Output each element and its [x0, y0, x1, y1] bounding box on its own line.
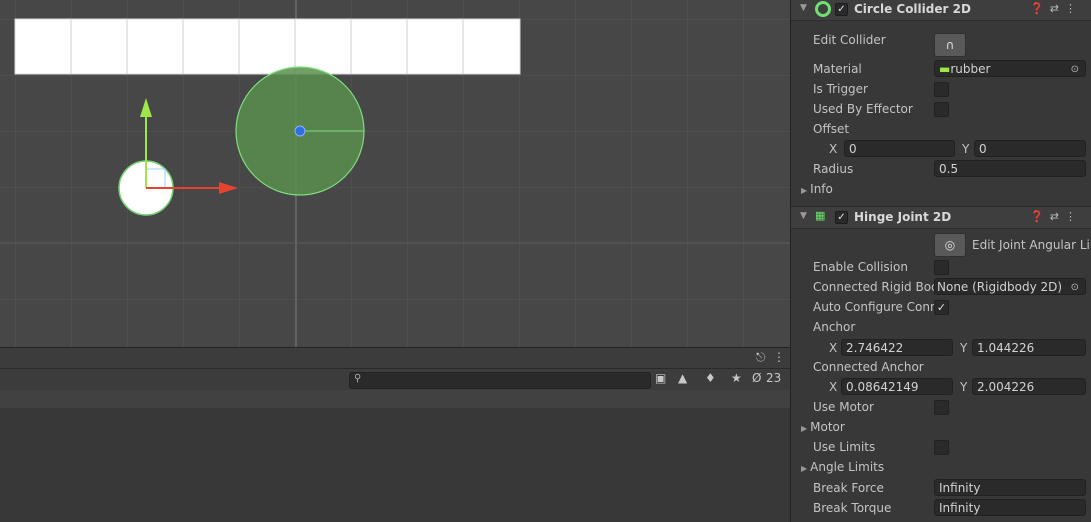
kebab-menu-icon[interactable]: ⋮ — [1065, 2, 1082, 15]
angular-limits-icon: ◎ — [944, 238, 956, 252]
anchor-x-label: X — [829, 341, 838, 355]
connected-rigidbody-label: Connected Rigid Boc — [813, 280, 938, 294]
object-picker-icon[interactable]: ⊙ — [1071, 279, 1079, 294]
break-force-field[interactable]: Infinity — [934, 479, 1086, 496]
connected-anchor-y-label: Y — [960, 380, 968, 394]
tag-icon[interactable]: ♦ — [705, 371, 716, 385]
circle-collider-enabled-checkbox[interactable]: ✓ — [835, 3, 848, 16]
scene-view-icon[interactable]: ▣ — [655, 371, 666, 385]
search-input[interactable]: ⚲ — [349, 372, 651, 389]
use-motor-label: Use Motor — [813, 400, 874, 414]
connected-rigidbody-field[interactable]: None (Rigidbody 2D) ⊙ — [934, 278, 1086, 295]
enable-collision-label: Enable Collision — [813, 260, 908, 274]
is-trigger-checkbox[interactable] — [934, 82, 949, 97]
anchor-label: Anchor — [813, 320, 856, 334]
list-header-strip — [0, 390, 790, 408]
anchor-y-label: Y — [960, 341, 968, 355]
break-torque-field[interactable]: Infinity — [934, 499, 1086, 516]
object-picker-icon[interactable]: ⊙ — [1071, 61, 1079, 76]
radius-label: Radius — [813, 162, 854, 176]
preset-icon[interactable]: ⇄ — [1050, 2, 1065, 15]
header-actions: ❓⇄⋮ — [1030, 210, 1082, 223]
connected-anchor-y-field[interactable]: 2.004226 — [972, 378, 1086, 395]
motor-foldout[interactable]: ▶ Motor — [801, 420, 845, 434]
anchor-x-field[interactable]: 2.746422 — [841, 339, 953, 356]
anchor-y-field[interactable]: 1.044226 — [972, 339, 1086, 356]
component-title: Hinge Joint 2D — [854, 210, 952, 224]
edit-angular-limits-label: Edit Joint Angular Lin — [972, 238, 1091, 252]
search-toolbar: ⚲ ▣ ▲ ♦ ★ Ø 23 — [0, 368, 790, 391]
angle-limits-label: Angle Limits — [810, 460, 885, 474]
edit-collider-label: Edit Collider — [813, 33, 886, 47]
scene-view[interactable] — [0, 0, 790, 347]
help-icon[interactable]: ❓ — [1030, 2, 1050, 15]
panel-header: ⎋ ⋮ — [0, 347, 790, 369]
fold-arrow-icon: ▶ — [801, 424, 808, 433]
list-area[interactable] — [0, 408, 790, 522]
fold-arrow-icon[interactable]: ▼ — [800, 211, 807, 221]
connected-anchor-x-label: X — [829, 380, 838, 394]
offset-y-field[interactable]: 0 — [974, 140, 1086, 157]
layer-icon[interactable]: ▲ — [678, 371, 687, 385]
platform-sprite[interactable] — [14, 18, 521, 75]
circle-collider-icon — [815, 1, 831, 17]
auto-configure-label: Auto Configure Conn — [813, 300, 938, 314]
hidden-objects-icon[interactable]: Ø — [752, 371, 761, 385]
material-value: rubber — [950, 62, 991, 76]
offset-x-label: X — [829, 142, 838, 156]
hinge-joint-icon: ▦ — [815, 209, 826, 222]
is-trigger-label: Is Trigger — [813, 82, 868, 96]
fold-arrow-icon: ▶ — [801, 464, 808, 473]
offset-y-label: Y — [962, 142, 970, 156]
break-force-label: Break Force — [813, 481, 884, 495]
radius-field[interactable]: 0.5 — [934, 160, 1086, 177]
use-motor-checkbox[interactable] — [934, 400, 949, 415]
use-limits-checkbox[interactable] — [934, 440, 949, 455]
physics-material-icon: ▬ — [939, 62, 951, 76]
angle-limits-foldout[interactable]: ▶ Angle Limits — [801, 460, 884, 474]
preset-icon[interactable]: ⇄ — [1050, 210, 1065, 223]
hinge-joint-header[interactable]: ▼ ▦ ✓ Hinge Joint 2D ❓⇄⋮ — [791, 206, 1091, 229]
hinge-anchor-icon[interactable] — [294, 125, 306, 137]
edit-shape-icon: ∩ — [945, 38, 955, 52]
hidden-count: 23 — [766, 371, 782, 385]
motor-label: Motor — [810, 420, 845, 434]
scene-canvas[interactable] — [0, 0, 790, 347]
offset-x-field[interactable]: 0 — [844, 140, 955, 157]
header-actions: ❓⇄⋮ — [1030, 2, 1082, 15]
use-limits-label: Use Limits — [813, 440, 876, 454]
offset-label: Offset — [813, 122, 850, 136]
search-icon: ⚲ — [354, 373, 362, 384]
enable-collision-checkbox[interactable] — [934, 260, 949, 275]
info-foldout[interactable]: ▶ Info — [801, 182, 833, 196]
edit-angular-limits-button[interactable]: ◎ — [934, 233, 966, 257]
kebab-menu-icon[interactable]: ⋮ — [1065, 210, 1082, 223]
auto-configure-checkbox[interactable]: ✓ — [934, 300, 949, 315]
favorites-star-icon[interactable]: ★ — [731, 371, 742, 385]
material-field[interactable]: ▬rubber ⊙ — [934, 60, 1086, 77]
connected-anchor-x-field[interactable]: 0.08642149 — [841, 378, 953, 395]
used-by-effector-checkbox[interactable] — [934, 102, 949, 117]
component-title: Circle Collider 2D — [854, 2, 971, 16]
lock-icon[interactable]: ⎋ — [756, 350, 766, 365]
hinge-joint-enabled-checkbox[interactable]: ✓ — [835, 211, 848, 224]
fold-arrow-icon[interactable]: ▼ — [800, 3, 807, 13]
break-torque-label: Break Torque — [813, 501, 892, 515]
used-by-effector-label: Used By Effector — [813, 102, 913, 116]
connected-rigidbody-value: None (Rigidbody 2D) — [937, 280, 1063, 294]
kebab-menu-icon[interactable]: ⋮ — [773, 350, 785, 364]
help-icon[interactable]: ❓ — [1030, 210, 1050, 223]
info-label: Info — [810, 182, 833, 196]
circle-collider-header[interactable]: ▼ ✓ Circle Collider 2D ❓⇄⋮ — [791, 0, 1091, 21]
connected-anchor-label: Connected Anchor — [813, 360, 924, 374]
material-label: Material — [813, 62, 862, 76]
fold-arrow-icon: ▶ — [801, 186, 808, 195]
edit-collider-button[interactable]: ∩ — [934, 33, 966, 57]
inspector-panel: ▼ ✓ Circle Collider 2D ❓⇄⋮ Edit Collider… — [790, 0, 1091, 522]
